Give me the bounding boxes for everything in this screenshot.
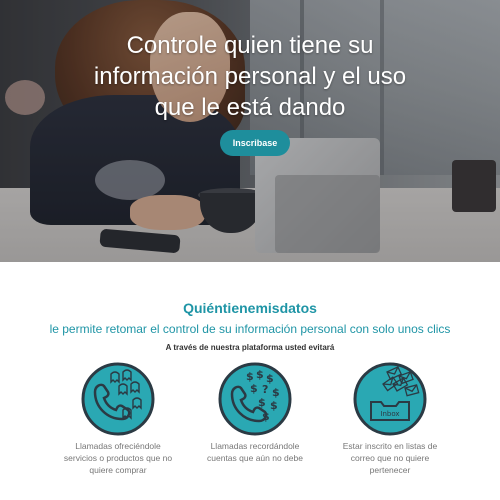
feature-caption: Llamadas recordándole cuentas que aún no… [207, 441, 303, 463]
inbox-mail-icon: Inbox [353, 362, 427, 436]
hero-title: Controle quien tiene su información pers… [93, 32, 407, 121]
svg-text:$: $ [272, 386, 280, 399]
phone-ghosts-icon [81, 362, 155, 436]
svg-text:$: $ [250, 382, 258, 395]
inbox-label: Inbox [380, 410, 399, 418]
feature-caption: Llamadas ofreciéndole servicios o produc… [63, 441, 173, 475]
feature-unwanted-calls: Llamadas ofreciéndole servicios o produc… [58, 362, 178, 476]
signup-button[interactable]: Inscribase [220, 130, 290, 156]
feature-caption: Estar inscrito en listas de correo que n… [342, 441, 438, 475]
benefits-intro: A través de nuestra plataforma usted evi… [165, 343, 335, 352]
svg-text:$: $ [270, 399, 278, 412]
phone-money-icon: $ $ $ $ ? $ $ $ $ [218, 362, 292, 436]
feature-mailing-lists: Inbox Estar inscrito en listas de correo… [330, 362, 450, 476]
svg-text:?: ? [262, 383, 268, 396]
svg-text:$: $ [256, 368, 264, 381]
tagline: le permite retomar el control de su info… [49, 322, 451, 336]
hero-banner: Controle quien tiene su información pers… [0, 0, 500, 262]
brand-title: Quiéntienemisdatos [183, 300, 317, 316]
feature-debt-calls: $ $ $ $ ? $ $ $ $ Llamadas recordándole … [195, 362, 315, 464]
